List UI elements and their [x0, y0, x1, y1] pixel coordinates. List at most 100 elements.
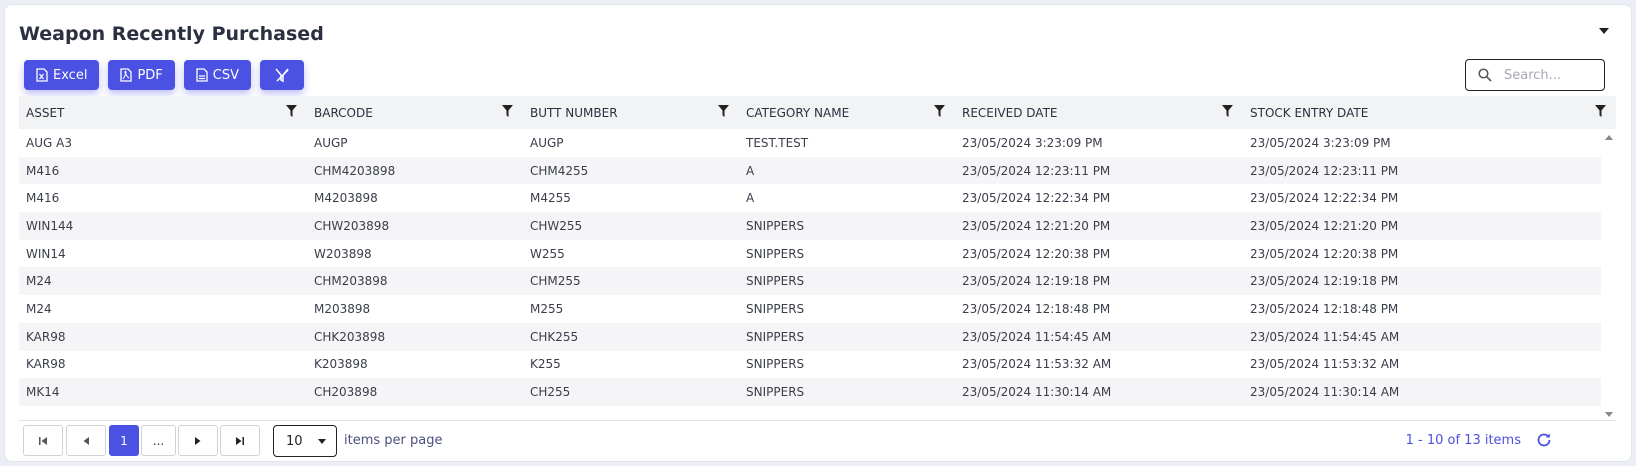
search-input[interactable] [1504, 67, 1594, 83]
column-header-received-date[interactable]: RECEIVED DATE [955, 96, 1243, 129]
cell-asset: MK14 [26, 385, 60, 400]
more-pages-button[interactable]: ... [141, 425, 176, 456]
vertical-scrollbar[interactable] [1601, 129, 1616, 420]
cell-barcode: W203898 [314, 246, 372, 261]
page-button-1[interactable]: 1 [109, 425, 139, 456]
search-box[interactable] [1465, 59, 1605, 91]
cell-category-name: SNIPPERS [746, 246, 805, 261]
widget-card: Weapon Recently Purchased Excel PDF CSV … [4, 4, 1632, 462]
filter-icon[interactable] [718, 105, 729, 117]
table-row[interactable]: KAR98 CHK203898 CHK255 SNIPPERS 23/05/20… [19, 322, 1601, 351]
cell-received-date: 23/05/2024 12:20:38 PM [962, 246, 1111, 261]
column-header-category-name[interactable]: CATEGORY NAME [739, 96, 955, 129]
prev-page-button[interactable] [66, 425, 106, 456]
column-header-barcode[interactable]: BARCODE [307, 96, 523, 129]
cell-asset: M416 [26, 191, 60, 206]
page-size-value: 10 [286, 433, 303, 449]
ellipsis-label: ... [152, 433, 165, 448]
last-page-button[interactable] [220, 425, 260, 456]
next-page-button[interactable] [178, 425, 218, 456]
table-row[interactable]: M416 M4203898 M4255 A 23/05/2024 12:22:3… [19, 184, 1601, 212]
cell-received-date: 23/05/2024 11:30:14 AM [962, 385, 1112, 400]
cell-butt-number: M4255 [530, 191, 571, 206]
table-row[interactable]: AUG A3 AUGP AUGP TEST.TEST 23/05/2024 3:… [19, 129, 1601, 157]
table-row[interactable]: M24 M203898 M255 SNIPPERS 23/05/2024 12:… [19, 295, 1601, 323]
filter-icon[interactable] [1222, 105, 1233, 117]
prev-page-icon [83, 436, 89, 445]
cell-asset: M24 [26, 301, 52, 316]
cell-category-name: A [746, 163, 755, 178]
filter-icon[interactable] [1595, 105, 1606, 117]
table-row[interactable]: M24 CHM203898 CHM255 SNIPPERS 23/05/2024… [19, 267, 1601, 296]
table-row[interactable]: WIN14 W203898 W255 SNIPPERS 23/05/2024 1… [19, 240, 1601, 268]
column-header-label: STOCK ENTRY DATE [1250, 105, 1369, 120]
cell-butt-number: CHK255 [530, 329, 579, 344]
pdf-icon [120, 68, 133, 82]
chevron-down-icon [318, 439, 326, 444]
cell-asset: M24 [26, 274, 52, 289]
scroll-up-icon[interactable] [1605, 135, 1613, 140]
cell-asset: WIN144 [26, 218, 74, 233]
column-header-stock-entry-date[interactable]: STOCK ENTRY DATE [1243, 96, 1616, 129]
table-row[interactable]: MK14 CH203898 CH255 SNIPPERS 23/05/2024 … [19, 378, 1601, 406]
first-page-icon [39, 436, 47, 445]
cell-received-date: 23/05/2024 12:23:11 PM [962, 163, 1111, 178]
cell-category-name: SNIPPERS [746, 301, 805, 316]
table-row[interactable]: KAR98 K203898 K255 SNIPPERS 23/05/2024 1… [19, 351, 1601, 379]
export-toolbar: Excel PDF CSV [24, 60, 304, 90]
items-per-page-label: items per page [344, 433, 443, 448]
cell-stock-entry-date: 23/05/2024 12:18:48 PM [1250, 301, 1399, 316]
first-page-button[interactable] [23, 425, 63, 456]
cell-received-date: 23/05/2024 3:23:09 PM [962, 135, 1103, 150]
grid-header: ASSET BARCODE BUTT NUMBER CATEGORY NAME … [19, 96, 1616, 129]
filter-icon[interactable] [286, 105, 297, 117]
export-csv-button[interactable]: CSV [183, 60, 251, 90]
cell-butt-number: M255 [530, 301, 564, 316]
refresh-icon[interactable] [1535, 431, 1553, 449]
grid-body: AUG A3 AUGP AUGP TEST.TEST 23/05/2024 3:… [19, 129, 1601, 406]
cell-barcode: M203898 [314, 301, 371, 316]
table-row[interactable]: WIN144 CHW203898 CHW255 SNIPPERS 23/05/2… [19, 212, 1601, 240]
cell-stock-entry-date: 23/05/2024 12:22:34 PM [1250, 191, 1399, 206]
clear-filter-icon [275, 68, 289, 83]
cell-barcode: M4203898 [314, 191, 378, 206]
table-row[interactable]: M416 CHM4203898 CHM4255 A 23/05/2024 12:… [19, 156, 1601, 185]
last-page-icon [236, 436, 244, 445]
export-pdf-label: PDF [137, 67, 163, 83]
excel-icon [36, 68, 48, 82]
column-header-label: BUTT NUMBER [530, 105, 618, 120]
export-pdf-button[interactable]: PDF [108, 60, 175, 90]
next-page-icon [195, 436, 201, 445]
cell-stock-entry-date: 23/05/2024 11:30:14 AM [1250, 385, 1400, 400]
clear-filter-button[interactable] [260, 60, 304, 90]
widget-title: Weapon Recently Purchased [19, 23, 324, 45]
filter-icon[interactable] [934, 105, 945, 117]
data-grid: ASSET BARCODE BUTT NUMBER CATEGORY NAME … [19, 96, 1616, 421]
column-header-asset[interactable]: ASSET [19, 96, 307, 129]
cell-asset: WIN14 [26, 246, 66, 261]
cell-category-name: SNIPPERS [746, 274, 805, 289]
cell-stock-entry-date: 23/05/2024 12:23:11 PM [1250, 163, 1399, 178]
cell-barcode: CHW203898 [314, 218, 390, 233]
page-size-select[interactable]: 10 [273, 425, 337, 457]
cell-barcode: CHM4203898 [314, 163, 396, 178]
pager-info: 1 - 10 of 13 items [1405, 433, 1521, 448]
collapse-icon[interactable] [1599, 28, 1609, 34]
column-header-butt-number[interactable]: BUTT NUMBER [523, 96, 739, 129]
search-icon [1478, 68, 1492, 82]
cell-asset: KAR98 [26, 329, 66, 344]
cell-stock-entry-date: 23/05/2024 12:20:38 PM [1250, 246, 1399, 261]
cell-category-name: SNIPPERS [746, 218, 805, 233]
cell-butt-number: CHM255 [530, 274, 581, 289]
pager: 1 ... 10 items per page 1 - 10 of 13 ite… [23, 425, 1623, 460]
cell-butt-number: K255 [530, 357, 561, 372]
filter-icon[interactable] [502, 105, 513, 117]
cell-butt-number: CHW255 [530, 218, 583, 233]
export-excel-button[interactable]: Excel [24, 60, 100, 90]
csv-icon [196, 68, 208, 82]
scroll-down-icon[interactable] [1605, 412, 1613, 417]
cell-received-date: 23/05/2024 11:53:32 AM [962, 357, 1112, 372]
page-number: 1 [120, 433, 128, 448]
cell-received-date: 23/05/2024 12:21:20 PM [962, 218, 1111, 233]
cell-barcode: AUGP [314, 135, 348, 150]
